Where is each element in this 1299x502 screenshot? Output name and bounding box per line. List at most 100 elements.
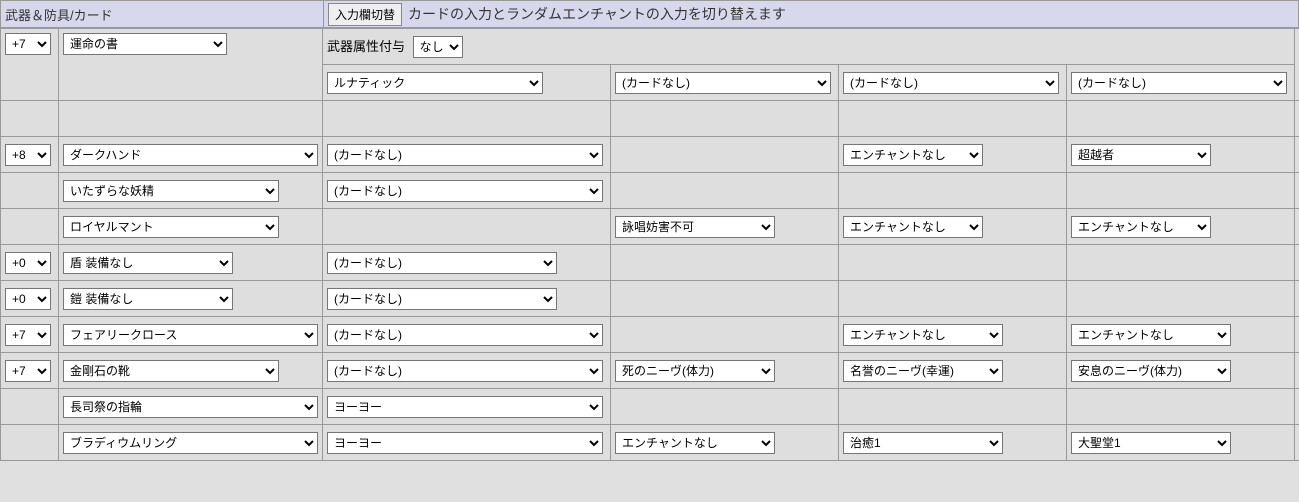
enchant-select[interactable]: 死のニーヴ(体力): [615, 360, 775, 382]
enchant-select[interactable]: エンチャントなし: [843, 144, 983, 166]
table-row: +7 フェアリークロース (カードなし) エンチャントなし エンチャントなし: [1, 317, 1299, 353]
enchant-cell: 名誉のニーヴ(幸運): [839, 353, 1067, 389]
item-cell: 運命の書: [59, 29, 323, 101]
enchant-select[interactable]: 超越者: [1071, 144, 1211, 166]
card-select[interactable]: ヨーヨー: [327, 432, 603, 454]
item-cell: ブラディウムリング: [59, 425, 323, 461]
element-cell: 武器属性付与 なし: [323, 29, 1295, 65]
empty-cell: [1067, 281, 1295, 317]
table-row: +0 鎧 装備なし (カードなし): [1, 281, 1299, 317]
card-cell: (カードなし): [323, 353, 611, 389]
enchant-select[interactable]: 安息のニーヴ(体力): [1071, 360, 1231, 382]
item-cell: ダークハンド: [59, 137, 323, 173]
card-cell: (カードなし): [323, 137, 611, 173]
spacer-row: [1, 101, 1299, 137]
refine-cell: [1, 389, 59, 425]
table-row: +7 金剛石の靴 (カードなし) 死のニーヴ(体力) 名誉のニーヴ(幸運) 安息…: [1, 353, 1299, 389]
edge-cell: [1295, 209, 1299, 245]
refine-cell: +8: [1, 137, 59, 173]
card-select[interactable]: (カードなし): [327, 180, 603, 202]
refine-select[interactable]: +7: [5, 33, 51, 55]
card-select[interactable]: (カードなし): [327, 324, 603, 346]
edge-cell: [1295, 137, 1299, 173]
empty-cell: [839, 173, 1067, 209]
item-cell: いたずらな妖精: [59, 173, 323, 209]
edge-cell: [1295, 29, 1299, 101]
section-title: 武器＆防具/カード: [1, 5, 323, 24]
item-select[interactable]: フェアリークロース: [63, 324, 318, 346]
card-select[interactable]: (カードなし): [843, 72, 1059, 94]
edge-cell: [1295, 281, 1299, 317]
empty-cell: [611, 137, 839, 173]
item-select[interactable]: ロイヤルマント: [63, 216, 279, 238]
card-select[interactable]: (カードなし): [327, 360, 603, 382]
item-select[interactable]: ダークハンド: [63, 144, 318, 166]
table-row: +8 ダークハンド (カードなし) エンチャントなし 超越者: [1, 137, 1299, 173]
enchant-cell: エンチャントなし: [1067, 317, 1295, 353]
empty-cell: [1067, 173, 1295, 209]
item-select[interactable]: ブラディウムリング: [63, 432, 318, 454]
item-select[interactable]: 運命の書: [63, 33, 227, 55]
enchant-cell: エンチャントなし: [1067, 209, 1295, 245]
item-select[interactable]: 金剛石の靴: [63, 360, 279, 382]
item-cell: 金剛石の靴: [59, 353, 323, 389]
refine-select[interactable]: +8: [5, 144, 51, 166]
enchant-select[interactable]: エンチャントなし: [843, 324, 1003, 346]
enchant-cell: エンチャントなし: [839, 317, 1067, 353]
enchant-select[interactable]: 大聖堂1: [1071, 432, 1231, 454]
refine-cell: [1, 209, 59, 245]
card-select[interactable]: (カードなし): [1071, 72, 1287, 94]
enchant-cell: 超越者: [1067, 137, 1295, 173]
table-row: 長司祭の指輪 ヨーヨー: [1, 389, 1299, 425]
card-cell: ヨーヨー: [323, 425, 611, 461]
card-cell: (カードなし): [839, 65, 1067, 101]
item-select[interactable]: 長司祭の指輪: [63, 396, 318, 418]
table-row: いたずらな妖精 (カードなし): [1, 173, 1299, 209]
refine-select[interactable]: +0: [5, 288, 51, 310]
empty-cell: [1067, 389, 1295, 425]
enchant-cell: 安息のニーヴ(体力): [1067, 353, 1295, 389]
refine-cell: [1, 173, 59, 209]
item-select[interactable]: 鎧 装備なし: [63, 288, 233, 310]
card-cell: (カードなし): [611, 65, 839, 101]
card-select[interactable]: (カードなし): [327, 252, 557, 274]
refine-select[interactable]: +7: [5, 324, 51, 346]
card-select[interactable]: ヨーヨー: [327, 396, 603, 418]
element-select[interactable]: なし: [413, 36, 463, 58]
refine-select[interactable]: +7: [5, 360, 51, 382]
card-select[interactable]: (カードなし): [327, 144, 603, 166]
edge-cell: [1295, 317, 1299, 353]
enchant-select[interactable]: エンチャントなし: [843, 216, 983, 238]
enchant-select[interactable]: 詠唱妨害不可: [615, 216, 775, 238]
enchant-select[interactable]: 治癒1: [843, 432, 1003, 454]
card-select[interactable]: (カードなし): [615, 72, 831, 94]
card-select[interactable]: ルナティック: [327, 72, 543, 94]
item-cell: フェアリークロース: [59, 317, 323, 353]
enchant-cell: エンチャントなし: [611, 425, 839, 461]
toggle-input-button[interactable]: 入力欄切替: [328, 3, 402, 26]
card-cell: (カードなし): [323, 173, 611, 209]
refine-select[interactable]: +0: [5, 252, 51, 274]
refine-cell: +0: [1, 245, 59, 281]
enchant-cell: エンチャントなし: [839, 209, 1067, 245]
edge-cell: [1295, 389, 1299, 425]
item-select[interactable]: いたずらな妖精: [63, 180, 279, 202]
enchant-select[interactable]: エンチャントなし: [1071, 216, 1211, 238]
enchant-cell: 治癒1: [839, 425, 1067, 461]
enchant-cell: エンチャントなし: [839, 137, 1067, 173]
refine-cell: +7: [1, 29, 59, 101]
enchant-select[interactable]: エンチャントなし: [615, 432, 775, 454]
card-select[interactable]: (カードなし): [327, 288, 557, 310]
refine-cell: +0: [1, 281, 59, 317]
empty-cell: [1067, 245, 1295, 281]
enchant-select[interactable]: エンチャントなし: [1071, 324, 1231, 346]
edge-cell: [1295, 173, 1299, 209]
enchant-select[interactable]: 名誉のニーヴ(幸運): [843, 360, 1003, 382]
item-select[interactable]: 盾 装備なし: [63, 252, 233, 274]
equipment-table: +7 運命の書 武器属性付与 なし ルナティック (カードなし) (カードなし)…: [0, 28, 1299, 461]
empty-cell: [839, 281, 1067, 317]
table-row: +7 運命の書 武器属性付与 なし: [1, 29, 1299, 65]
empty-cell: [611, 389, 839, 425]
empty-cell: [611, 173, 839, 209]
card-cell: ヨーヨー: [323, 389, 611, 425]
